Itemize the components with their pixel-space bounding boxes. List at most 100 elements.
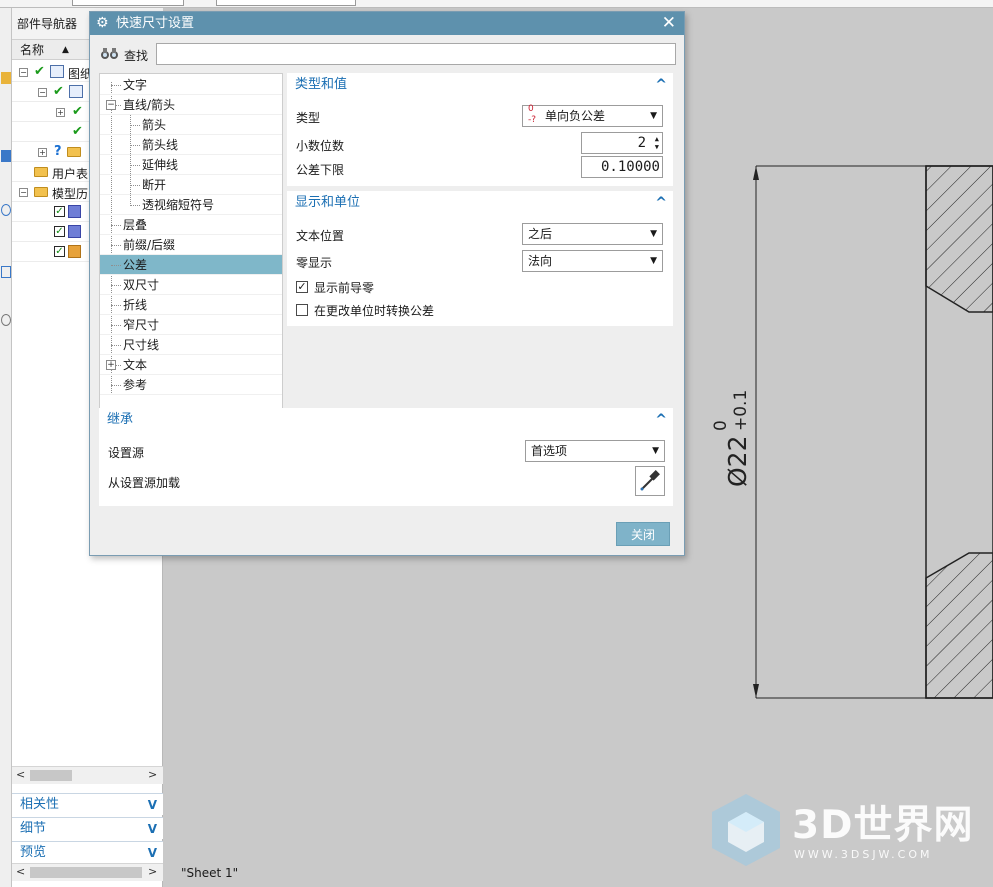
- spin-up-icon[interactable]: ▲: [655, 135, 659, 143]
- tree-item[interactable]: 延伸线: [100, 155, 282, 175]
- roles-icon[interactable]: [1, 204, 11, 216]
- panel-label: 预览: [20, 845, 47, 860]
- type-dropdown[interactable]: 0 -? 单向负公差 ▼: [522, 104, 663, 127]
- history-icon[interactable]: [1, 110, 11, 122]
- tree-item-label: 透视缩短符号: [142, 198, 215, 212]
- zero-display-dropdown[interactable]: 法向 ▼: [522, 250, 663, 272]
- scroll-right-icon[interactable]: >: [148, 865, 157, 878]
- tree-item-label: 公差: [123, 258, 148, 272]
- chevron-down-icon[interactable]: V: [148, 818, 157, 840]
- tree-connector: [111, 85, 121, 86]
- tree-connector: [130, 185, 140, 186]
- sort-up-icon[interactable]: ▲: [62, 40, 69, 60]
- expand-icon[interactable]: +: [106, 360, 116, 370]
- tree-connector: [111, 305, 121, 306]
- tree-item[interactable]: 窄尺寸: [100, 315, 282, 335]
- eyedropper-button[interactable]: [635, 466, 665, 496]
- checkbox-icon[interactable]: ✓: [54, 226, 65, 237]
- folder-icon[interactable]: [1, 72, 11, 84]
- chevron-down-icon[interactable]: V: [148, 842, 157, 864]
- tree-item[interactable]: 箭头: [100, 115, 282, 135]
- column-name-label: 名称: [20, 43, 45, 57]
- toolbar-combo-1[interactable]: [72, 0, 184, 6]
- bottom-scrollbar[interactable]: < >: [12, 863, 163, 881]
- tree-item[interactable]: − 直线/箭头: [100, 95, 282, 115]
- scroll-thumb[interactable]: [30, 867, 142, 878]
- toolbar-combo-2[interactable]: [216, 0, 356, 6]
- tree-connector: [130, 145, 140, 146]
- panel-preview[interactable]: 预览 V: [12, 841, 163, 863]
- collapse-icon[interactable]: −: [19, 68, 28, 77]
- expand-icon[interactable]: +: [38, 148, 47, 157]
- section-inherit[interactable]: 继承 ^: [99, 408, 673, 432]
- tree-connector: [130, 125, 140, 126]
- panel-details[interactable]: 细节 V: [12, 817, 163, 839]
- decimals-spinner[interactable]: 2 ▲ ▼: [581, 132, 663, 154]
- scroll-right-icon[interactable]: >: [148, 768, 157, 781]
- tree-item[interactable]: 参考: [100, 375, 282, 395]
- tree-item-label: 折线: [123, 298, 148, 312]
- sheet-icon: [69, 85, 83, 98]
- tree-item-label: 箭头线: [142, 138, 179, 152]
- expand-icon[interactable]: +: [56, 108, 65, 117]
- feature-icon: [68, 225, 81, 238]
- tree-connector: [111, 385, 121, 386]
- folder-icon: [67, 147, 81, 157]
- section-display-and-units[interactable]: 显示和单位 ^: [287, 191, 673, 215]
- arrowhead-bottom: [753, 684, 759, 698]
- close-icon[interactable]: ✕: [662, 12, 676, 34]
- dialog-title: 快速尺寸设置: [116, 16, 195, 31]
- tolerance-upper[interactable]: 0: [711, 420, 731, 431]
- section-type-and-value[interactable]: 类型和值 ^: [287, 73, 673, 97]
- horizontal-scrollbar[interactable]: < >: [12, 766, 163, 784]
- tree-item[interactable]: 透视缩短符号: [100, 195, 282, 215]
- collapse-caret-icon[interactable]: ^: [655, 191, 667, 215]
- question-icon: ?: [54, 144, 62, 159]
- tree-item[interactable]: 公差: [100, 255, 282, 275]
- resource-bar: [0, 8, 12, 887]
- tree-item[interactable]: + 文本: [100, 355, 282, 375]
- checkbox-icon[interactable]: ✓: [54, 246, 65, 257]
- lower-limit-field[interactable]: 0.10000: [581, 156, 663, 178]
- tree-item[interactable]: 断开: [100, 175, 282, 195]
- arrowhead-top: [753, 166, 759, 180]
- tree-item-label: 尺寸线: [123, 338, 160, 352]
- collapse-caret-icon[interactable]: ^: [655, 73, 667, 97]
- collapse-icon[interactable]: −: [38, 88, 47, 97]
- find-input[interactable]: [156, 43, 676, 65]
- panel-label: 相关性: [20, 797, 60, 812]
- leading-zero-checkbox[interactable]: ✓: [296, 281, 308, 293]
- section-type-body: 类型 0 -? 单向负公差 ▼ 小数位数 2 ▲ ▼ 公差下限 0.10000: [287, 97, 673, 186]
- collapse-icon[interactable]: −: [19, 188, 28, 197]
- dimension-text[interactable]: Ø22: [723, 436, 752, 488]
- scroll-left-icon[interactable]: <: [16, 768, 25, 781]
- tree-item[interactable]: 前缀/后缀: [100, 235, 282, 255]
- tree-item[interactable]: 箭头线: [100, 135, 282, 155]
- tree-item-label: 直线/箭头: [123, 98, 176, 112]
- scroll-thumb[interactable]: [30, 770, 72, 781]
- nav-row-label: 模型历: [52, 187, 89, 201]
- chevron-down-icon[interactable]: V: [148, 794, 157, 816]
- collapse-caret-icon[interactable]: ^: [655, 408, 667, 432]
- text-position-dropdown[interactable]: 之后 ▼: [522, 223, 663, 245]
- palette-icon[interactable]: [1, 314, 11, 326]
- panel-dependencies[interactable]: 相关性 V: [12, 793, 163, 815]
- tree-item[interactable]: 尺寸线: [100, 335, 282, 355]
- web-icon[interactable]: [1, 266, 11, 278]
- tree-item[interactable]: 层叠: [100, 215, 282, 235]
- spin-down-icon[interactable]: ▼: [655, 143, 659, 151]
- tree-item[interactable]: 文字: [100, 75, 282, 95]
- checkbox-icon[interactable]: ✓: [54, 206, 65, 217]
- tree-item[interactable]: 折线: [100, 295, 282, 315]
- tolerance-lower[interactable]: +0.1: [731, 390, 751, 431]
- settings-source-dropdown[interactable]: 首选项 ▼: [525, 440, 665, 462]
- tree-item[interactable]: 双尺寸: [100, 275, 282, 295]
- close-button[interactable]: 关闭: [616, 522, 670, 546]
- assembly-icon[interactable]: [1, 150, 11, 162]
- scroll-left-icon[interactable]: <: [16, 865, 25, 878]
- convert-tolerance-checkbox[interactable]: [296, 304, 308, 316]
- collapse-icon[interactable]: −: [106, 100, 116, 110]
- dialog-title-bar[interactable]: ⚙ 快速尺寸设置 ✕: [90, 12, 684, 35]
- check-icon: ✔: [53, 84, 64, 99]
- section-heading: 显示和单位: [295, 195, 361, 210]
